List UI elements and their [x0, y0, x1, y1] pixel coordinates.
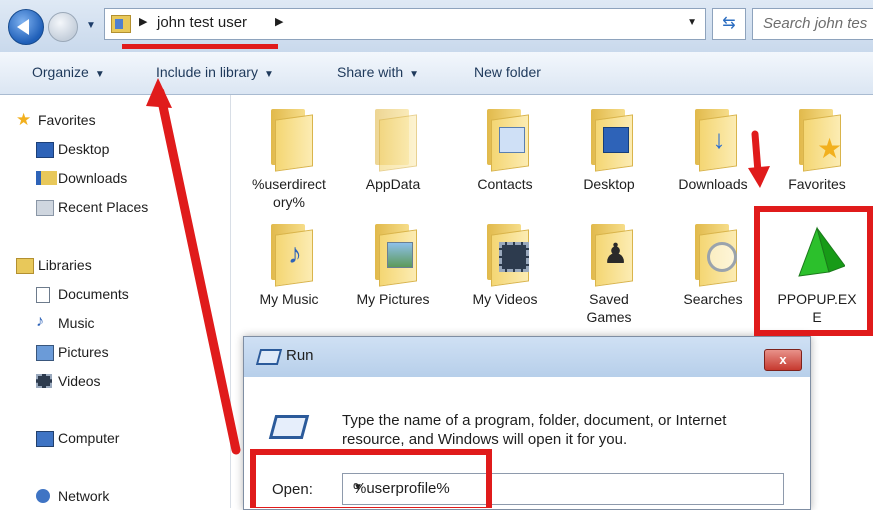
exe-pyramid-icon — [789, 222, 846, 284]
nav-label: Documents — [58, 286, 129, 302]
run-dialog-titlebar[interactable]: Run x — [244, 337, 810, 377]
search-input[interactable]: Search john tes — [752, 8, 873, 40]
folder-label: My Pictures — [356, 291, 430, 307]
searches-folder-icon — [685, 222, 741, 287]
address-dropdown-icon[interactable]: ▼ — [687, 17, 697, 28]
folder-label: My Videos — [472, 291, 538, 307]
videos-icon — [36, 374, 52, 388]
recent-places-icon — [36, 200, 54, 216]
back-button[interactable] — [8, 9, 44, 45]
folder-label: Contacts — [477, 176, 533, 192]
pyramid-icon — [798, 226, 846, 277]
address-field[interactable]: ▶ john test user ▶ ▼ — [104, 8, 706, 40]
computer-icon — [36, 431, 54, 447]
new-folder-label: New folder — [474, 64, 541, 80]
favorites-folder-icon: ★ — [789, 107, 845, 172]
file-label: PPOPUP.EX E — [777, 291, 857, 325]
run-program-icon — [268, 415, 310, 439]
chevron-down-icon: ▼ — [94, 69, 105, 80]
videos-folder-icon — [477, 222, 533, 287]
folder-userdirectory[interactable]: %userdirect ory% — [243, 107, 335, 211]
desktop-icon — [36, 142, 54, 158]
downloads-folder-icon: ↓ — [685, 107, 741, 172]
folder-desktop[interactable]: Desktop — [563, 107, 655, 193]
chevron-down-icon: ▼ — [263, 69, 274, 80]
folder-my-music[interactable]: ♪ My Music — [243, 222, 335, 308]
nav-label: Network — [58, 488, 110, 504]
pictures-icon — [36, 345, 54, 361]
folder-favorites[interactable]: ★ Favorites — [771, 107, 863, 193]
folder-label: %userdirect ory% — [252, 176, 326, 210]
folder-contacts[interactable]: Contacts — [459, 107, 551, 193]
folder-my-pictures[interactable]: My Pictures — [347, 222, 439, 308]
run-dialog-body: Type the name of a program, folder, docu… — [244, 377, 810, 509]
nav-label: Videos — [58, 373, 101, 389]
nav-label: Downloads — [58, 170, 128, 186]
include-in-library-button[interactable]: Include in library ▼ — [156, 64, 274, 80]
run-dialog-title: Run — [286, 347, 314, 364]
organize-label: Organize — [32, 64, 89, 80]
chevron-down-icon: ▼ — [409, 69, 420, 80]
open-label: Open: — [272, 481, 313, 498]
folder-icon — [261, 107, 317, 172]
share-with-label: Share with — [337, 64, 404, 80]
folder-my-videos[interactable]: My Videos — [459, 222, 551, 308]
contacts-folder-icon — [477, 107, 533, 172]
saved-games-folder-icon: ♟ — [581, 222, 637, 287]
music-folder-icon: ♪ — [261, 222, 317, 287]
nav-label: Favorites — [38, 112, 96, 128]
breadcrumb-user[interactable]: john test user — [157, 14, 247, 31]
search-placeholder: Search john tes — [763, 15, 868, 32]
folder-label: Favorites — [788, 176, 846, 192]
network-icon — [36, 489, 50, 503]
desktop-folder-icon — [581, 107, 637, 172]
folder-label: AppData — [365, 176, 421, 192]
folder-downloads[interactable]: ↓ Downloads — [667, 107, 759, 193]
open-combobox[interactable]: %userprofile% ▼ — [342, 473, 784, 505]
user-folder-icon — [111, 15, 131, 33]
folder-label: Saved Games — [586, 291, 632, 325]
nav-label: Libraries — [38, 257, 92, 273]
recent-pages-dropdown-icon[interactable]: ▼ — [86, 20, 96, 31]
nav-label: Recent Places — [58, 199, 149, 215]
folder-appdata[interactable]: AppData — [347, 107, 439, 193]
refresh-button[interactable]: ⇆ — [712, 8, 746, 40]
downloads-icon — [36, 171, 57, 185]
forward-button[interactable] — [48, 12, 78, 42]
navigation-pane: ★ Favorites Desktop Downloads Recent Pla… — [0, 95, 231, 508]
new-folder-button[interactable]: New folder — [474, 64, 541, 80]
nav-label: Computer — [58, 430, 120, 446]
star-icon: ★ — [16, 110, 32, 129]
folder-searches[interactable]: Searches — [667, 222, 759, 308]
folder-icon — [365, 107, 421, 172]
folder-label: Desktop — [583, 176, 635, 192]
include-in-library-label: Include in library — [156, 64, 258, 80]
nav-label: Music — [58, 315, 95, 331]
close-button[interactable]: x — [764, 349, 802, 371]
command-bar: Organize ▼ Include in library ▼ Share with… — [0, 52, 873, 95]
breadcrumb-separator-icon[interactable]: ▶ — [139, 15, 147, 28]
address-bar-region: ▼ ▶ john test user ▶ ▼ ⇆ Search john tes — [0, 0, 873, 52]
folder-label: Downloads — [678, 176, 748, 192]
folder-label: Searches — [683, 291, 743, 307]
run-dialog-message: Type the name of a program, folder, docu… — [342, 412, 727, 448]
share-with-button[interactable]: Share with ▼ — [337, 64, 419, 80]
nav-label: Pictures — [58, 344, 109, 360]
documents-icon — [36, 287, 50, 303]
organize-button[interactable]: Organize ▼ — [32, 64, 105, 80]
libraries-icon — [16, 258, 34, 274]
music-icon: ♪ — [36, 313, 44, 330]
back-arrow-icon — [17, 19, 29, 35]
nav-label: Desktop — [58, 141, 110, 157]
file-ppopup-exe[interactable]: PPOPUP.EX E — [771, 222, 863, 326]
breadcrumb-separator-icon[interactable]: ▶ — [275, 15, 283, 28]
chevron-down-icon[interactable]: ▼ — [353, 482, 777, 493]
folder-saved-games[interactable]: ♟ Saved Games — [563, 222, 655, 326]
run-dialog: Run x Type the name of a program, folder… — [243, 336, 811, 510]
run-icon — [255, 349, 283, 365]
pictures-folder-icon — [365, 222, 421, 287]
folder-label: My Music — [259, 291, 319, 307]
